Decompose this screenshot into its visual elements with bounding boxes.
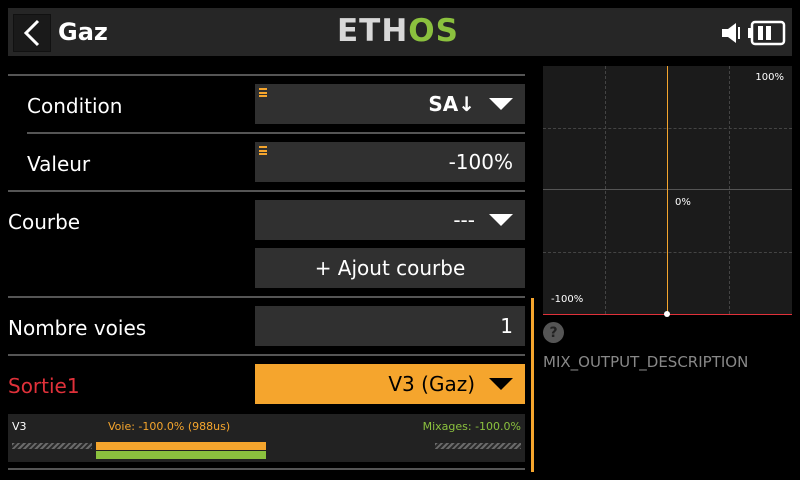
grid-line (605, 66, 606, 314)
monitor-channel: V3 (12, 420, 27, 433)
courbe-value: --- (453, 208, 475, 232)
grid-line (729, 66, 730, 314)
battery-icon[interactable] (748, 20, 786, 46)
help-icon[interactable]: ? (543, 322, 564, 343)
graph-input-line (667, 66, 668, 314)
add-curve-button[interactable]: + Ajout courbe (255, 248, 525, 288)
logo-os-text: OS (408, 13, 459, 49)
ethos-logo: ETH OS (337, 13, 459, 49)
condition-value: SA↓ (428, 92, 475, 116)
monitor-mix-bar (96, 451, 266, 459)
courbe-label: Courbe (8, 210, 81, 234)
speaker-icon[interactable] (720, 21, 742, 45)
valeur-value: -100% (448, 150, 513, 174)
monitor-mixages: Mixages: -100.0% (422, 420, 521, 433)
valeur-label: Valeur (27, 152, 91, 176)
page-title: Gaz (58, 18, 108, 46)
chevron-left-icon (23, 19, 40, 47)
scrollbar[interactable] (531, 298, 534, 472)
back-button[interactable] (13, 14, 51, 52)
sortie-select[interactable]: V3 (Gaz) (255, 364, 525, 404)
monitor-bar-hatch-left (12, 443, 92, 449)
menu-marker-icon (259, 146, 267, 157)
sortie-label: Sortie1 (8, 374, 80, 398)
output-monitor: V3 Voie: -100.0% (988us) Mixages: -100.0… (8, 414, 525, 462)
nombre-voies-label: Nombre voies (8, 316, 147, 340)
courbe-select[interactable]: --- (255, 200, 525, 240)
monitor-voie: Voie: -100.0% (988us) (108, 420, 231, 433)
divider (8, 468, 525, 470)
chevron-down-icon (489, 214, 513, 226)
divider (8, 296, 525, 298)
status-icons (720, 18, 786, 48)
divider (27, 132, 525, 134)
divider (8, 354, 525, 356)
valeur-field[interactable]: -100% (255, 142, 525, 182)
sortie-value: V3 (Gaz) (388, 372, 475, 396)
divider (8, 74, 525, 76)
mix-output-description: MIX_OUTPUT_DESCRIPTION (543, 353, 749, 371)
nombre-voies-value: 1 (500, 314, 513, 338)
divider (8, 190, 525, 192)
monitor-voie-bar (96, 442, 266, 450)
help-icon-glyph: ? (549, 324, 558, 341)
graph-max-label: 100% (755, 72, 784, 83)
chevron-down-icon (489, 98, 513, 110)
condition-select[interactable]: SA↓ (255, 84, 525, 124)
nombre-voies-field[interactable]: 1 (255, 306, 525, 346)
curve-graph: 100% 0% -100% (543, 66, 792, 317)
graph-point (664, 311, 670, 317)
graph-center-label: 0% (675, 197, 691, 208)
chevron-down-icon (489, 378, 513, 390)
graph-min-label: -100% (551, 294, 584, 305)
menu-marker-icon (259, 88, 267, 99)
add-curve-label: + Ajout courbe (314, 256, 466, 280)
condition-label: Condition (27, 94, 123, 118)
monitor-bar-hatch-right (435, 443, 521, 449)
logo-eth-text: ETH (337, 13, 409, 49)
